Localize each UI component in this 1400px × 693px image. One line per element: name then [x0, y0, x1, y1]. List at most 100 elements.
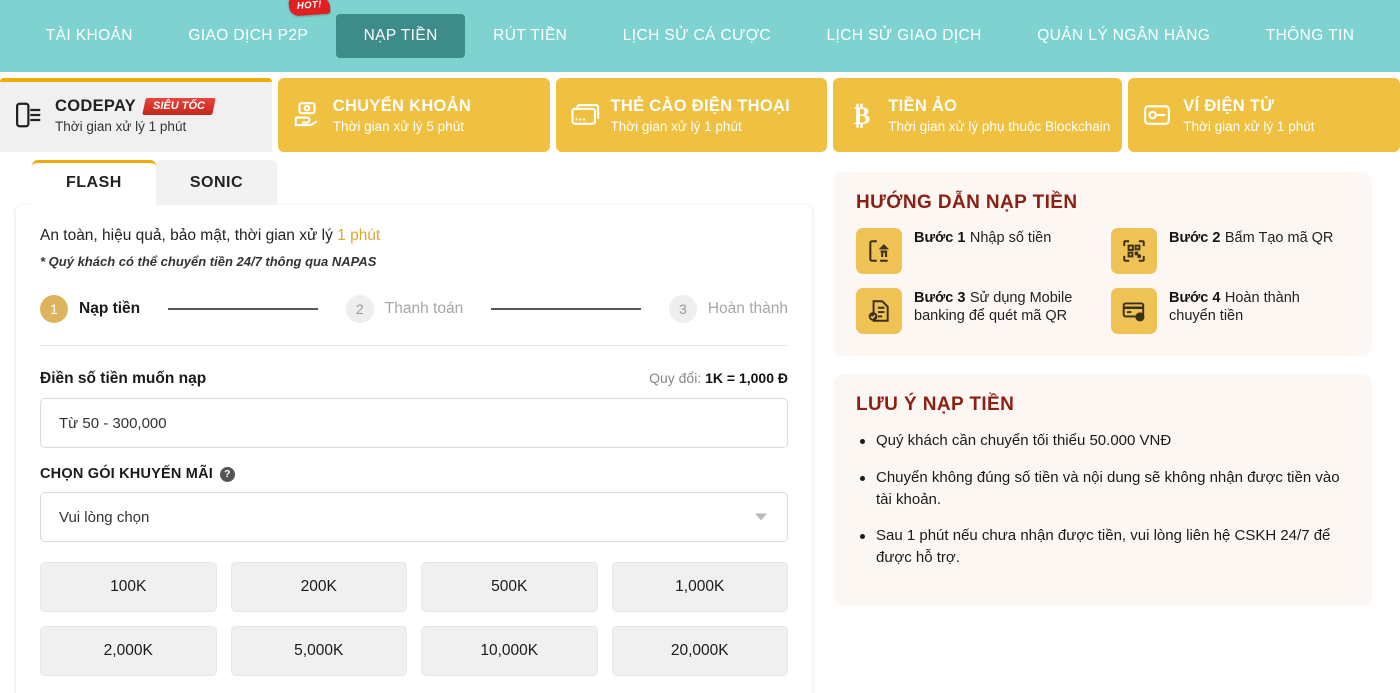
info-column: HƯỚNG DẪN NẠP TIỀN Bước 1 Nhập số tiền	[834, 152, 1372, 693]
method-subtitle: Thời gian xử lý 5 phút	[333, 119, 471, 134]
deposit-notes-panel: LƯU Ý NẠP TIỀN Quý khách cần chuyển tối …	[834, 374, 1372, 606]
phone-bank-icon	[856, 228, 902, 274]
deposit-form-column: FLASH SONIC An toàn, hiệu quả, bảo mật, …	[0, 152, 812, 693]
guide-title: HƯỚNG DẪN NẠP TIỀN	[856, 192, 1350, 214]
notes-title: LƯU Ý NẠP TIỀN	[856, 394, 1350, 416]
method-title: TIỀN ẢO	[888, 97, 957, 116]
nav-label: QUẢN LÝ NGÂN HÀNG	[1037, 27, 1210, 44]
method-title: CODEPAY	[55, 97, 136, 116]
promo-section-label: CHỌN GÓI KHUYẾN MÃI ?	[40, 466, 788, 482]
help-icon[interactable]: ?	[220, 467, 235, 482]
method-tab-the-cao-dien-thoai[interactable]: THẺ CÀO ĐIỆN THOẠI Thời gian xử lý 1 phú…	[556, 78, 828, 152]
method-subtitle: Thời gian xử lý 1 phút	[55, 119, 214, 134]
hot-badge: HOT!	[288, 0, 330, 16]
amount-field-header: Điền số tiền muốn nạp Quy đổi: 1K = 1,00…	[40, 370, 788, 388]
method-tab-codepay[interactable]: CODEPAY SIÊU TỐC Thời gian xử lý 1 phút	[0, 78, 272, 152]
guide-step-2: Bước 2 Bấm Tạo mã QR	[1111, 228, 1350, 274]
progress-step-1: 1 Nạp tiền	[40, 295, 140, 323]
card-money-icon: $	[1111, 288, 1157, 334]
svg-text:$: $	[1138, 315, 1142, 322]
conversion-hint: Quy đổi: 1K = 1,000 Đ	[649, 370, 788, 386]
guide-step-title: Bước 1	[914, 230, 965, 246]
quick-amount-button[interactable]: 20,000K	[612, 626, 789, 676]
note-item: Chuyển không đúng số tiền và nội dung sẽ…	[856, 467, 1350, 511]
nav-label: RÚT TIỀN	[493, 27, 567, 44]
subtab-label: FLASH	[66, 174, 122, 191]
guide-step-desc: Bấm Tạo mã QR	[1225, 230, 1334, 246]
step-number: 1	[40, 295, 68, 323]
subtab-label: SONIC	[190, 174, 243, 191]
amount-label: Điền số tiền muốn nạp	[40, 370, 206, 388]
subtab-sonic[interactable]: SONIC	[156, 160, 277, 205]
promo-selected-value: Vui lòng chọn	[59, 509, 149, 526]
nav-label: GIAO DỊCH P2P	[188, 27, 308, 44]
lead-prefix: An toàn, hiệu quả, bảo mật, thời gian xử…	[40, 227, 337, 244]
security-lead-text: An toàn, hiệu quả, bảo mật, thời gian xử…	[40, 227, 788, 245]
step-label: Hoàn thành	[708, 300, 788, 318]
qr-code-icon	[1111, 228, 1157, 274]
conversion-value: 1K = 1,000 Đ	[705, 370, 788, 386]
note-item: Quý khách cần chuyển tối thiểu 50.000 VN…	[856, 430, 1350, 452]
main-content: FLASH SONIC An toàn, hiệu quả, bảo mật, …	[0, 152, 1400, 693]
notes-list: Quý khách cần chuyển tối thiểu 50.000 VN…	[856, 430, 1350, 569]
nav-item-thong-tin[interactable]: THÔNG TIN	[1238, 14, 1382, 58]
bitcoin-icon: ₿	[847, 100, 877, 130]
napas-note: * Quý khách có thể chuyển tiền 24/7 thôn…	[40, 254, 788, 269]
lead-highlight: 1 phút	[337, 227, 380, 244]
method-title: CHUYỂN KHOẢN	[333, 97, 471, 116]
codepay-subtabs: FLASH SONIC	[0, 152, 812, 205]
quick-amount-grid: 100K 200K 500K 1,000K 2,000K 5,000K 10,0…	[40, 562, 788, 676]
conversion-prefix: Quy đổi:	[649, 370, 705, 386]
nav-item-tai-khoan[interactable]: TÀI KHOẢN	[18, 14, 161, 58]
nav-label: TÀI KHOẢN	[46, 27, 133, 44]
promo-select[interactable]: Vui lòng chọn	[40, 492, 788, 542]
amount-input[interactable]	[40, 398, 788, 448]
quick-amount-button[interactable]: 500K	[421, 562, 598, 612]
nav-label: NẠP TIỀN	[364, 27, 438, 44]
nav-item-giao-dich-p2p[interactable]: GIAO DỊCH P2P HOT!	[161, 14, 336, 58]
guide-step-title: Bước 4	[1169, 290, 1220, 306]
method-tab-chuyen-khoan[interactable]: CHUYỂN KHOẢN Thời gian xử lý 5 phút	[278, 78, 550, 152]
nav-item-quan-ly-ngan-hang[interactable]: QUẢN LÝ NGÂN HÀNG	[1009, 14, 1238, 58]
phone-card-icon	[570, 100, 600, 130]
payment-method-tabs: CODEPAY SIÊU TỐC Thời gian xử lý 1 phút …	[0, 72, 1400, 152]
guide-step-title: Bước 3	[914, 290, 965, 306]
quick-amount-button[interactable]: 200K	[231, 562, 408, 612]
guide-step-1: Bước 1 Nhập số tiền	[856, 228, 1095, 274]
nav-item-lich-su-giao-dich[interactable]: LỊCH SỬ GIAO DỊCH	[799, 14, 1010, 58]
method-tab-vi-dien-tu[interactable]: VÍ ĐIỆN TỬ Thời gian xử lý 1 phút	[1128, 78, 1400, 152]
step-connector	[491, 308, 641, 310]
step-label: Nạp tiền	[79, 300, 140, 318]
ewallet-icon	[1142, 100, 1172, 130]
method-title: VÍ ĐIỆN TỬ	[1183, 97, 1274, 116]
method-subtitle: Thời gian xử lý 1 phút	[1183, 119, 1314, 134]
document-check-icon	[856, 288, 902, 334]
method-subtitle: Thời gian xử lý phụ thuộc Blockchain	[888, 119, 1110, 134]
progress-step-3: 3 Hoàn thành	[669, 295, 788, 323]
quick-amount-button[interactable]: 100K	[40, 562, 217, 612]
guide-steps-grid: Bước 1 Nhập số tiền	[856, 228, 1350, 334]
nav-item-nap-tien[interactable]: NẠP TIỀN	[336, 14, 466, 58]
nav-item-rut-tien[interactable]: RÚT TIỀN	[465, 14, 595, 58]
nav-item-lich-su-ca-cuoc[interactable]: LỊCH SỬ CÁ CƯỢC	[595, 14, 799, 58]
quick-amount-button[interactable]: 2,000K	[40, 626, 217, 676]
method-tab-tien-ao[interactable]: ₿ TIỀN ẢO Thời gian xử lý phụ thuộc Bloc…	[833, 78, 1122, 152]
nav-label: LỊCH SỬ GIAO DỊCH	[826, 27, 981, 44]
method-title: THẺ CÀO ĐIỆN THOẠI	[611, 97, 791, 116]
progress-step-2: 2 Thanh toán	[346, 295, 463, 323]
chevron-down-icon	[755, 514, 767, 521]
guide-step-3: Bước 3 Sử dụng Mobile banking để quét mã…	[856, 288, 1095, 334]
note-item: Sau 1 phút nếu chưa nhận được tiền, vui …	[856, 525, 1350, 569]
codepay-icon	[14, 100, 44, 130]
guide-step-4: $ Bước 4 Hoàn thành chuyển tiền	[1111, 288, 1350, 334]
step-connector	[168, 308, 318, 310]
sieu-toc-badge: SIÊU TỐC	[142, 98, 216, 115]
deposit-form-card: An toàn, hiệu quả, bảo mật, thời gian xử…	[16, 205, 812, 693]
step-label: Thanh toán	[385, 300, 463, 318]
subtab-flash[interactable]: FLASH	[32, 160, 156, 205]
nav-label: LỊCH SỬ CÁ CƯỢC	[623, 27, 771, 44]
quick-amount-button[interactable]: 10,000K	[421, 626, 598, 676]
quick-amount-button[interactable]: 5,000K	[231, 626, 408, 676]
nav-label: THÔNG TIN	[1266, 27, 1355, 44]
quick-amount-button[interactable]: 1,000K	[612, 562, 789, 612]
